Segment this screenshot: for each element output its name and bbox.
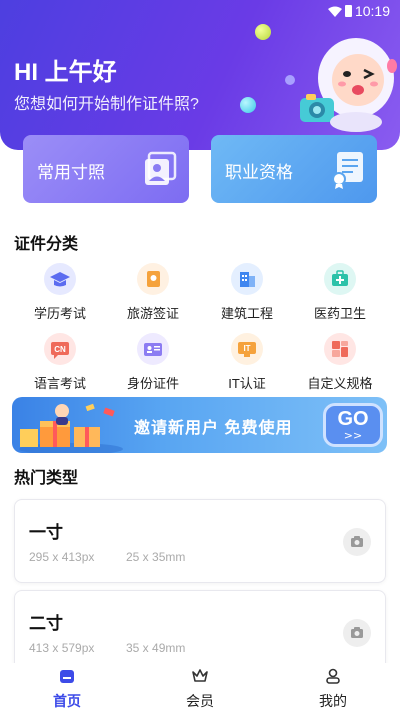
certificate-icon (332, 152, 363, 189)
language-cn-icon: CN (44, 333, 76, 365)
popular-title: 热门类型 (14, 470, 79, 487)
category-label: 身份证件 (126, 376, 179, 391)
category-label: 旅游签证 (126, 306, 179, 321)
gift-boxes-icon (19, 403, 123, 453)
tab-vip[interactable]: 会员 (160, 667, 240, 711)
size-millimeters: 35 x 49mm (126, 641, 186, 655)
user-icon (326, 668, 340, 684)
size-millimeters: 25 x 35mm (126, 550, 186, 564)
home-icon (60, 670, 74, 683)
tab-label: 会员 (186, 693, 214, 709)
size-name: 二寸 (29, 614, 63, 633)
graduation-cap-icon (44, 263, 76, 295)
status-bar: 10:19 (0, 0, 400, 24)
size-name: 一寸 (29, 523, 63, 542)
category-label: 学历考试 (33, 306, 86, 321)
it-cert-icon: IT (231, 333, 263, 365)
professional-qualification-card[interactable]: 职业资格 (211, 135, 377, 203)
go-button[interactable]: GO >> (323, 403, 383, 447)
custom-grid-icon (324, 333, 356, 365)
tab-home[interactable]: 首页 (27, 667, 107, 711)
tab-label: 我的 (319, 693, 347, 709)
category-id-documents[interactable]: 身份证件 (108, 333, 198, 392)
category-language-exam[interactable]: CN 语言考试 (15, 333, 105, 392)
category-it-cert[interactable]: IT IT认证 (202, 333, 292, 392)
size-card-1inch[interactable]: 一寸 295 x 413px 25 x 35mm (14, 499, 386, 583)
category-travel-visa[interactable]: 旅游签证 (108, 263, 198, 322)
category-label: 医药卫生 (313, 306, 366, 321)
common-size-label: 常用寸照 (37, 163, 105, 182)
category-construction[interactable]: 建筑工程 (202, 263, 292, 322)
building-icon (231, 263, 263, 295)
camera-icon[interactable] (343, 619, 371, 647)
category-label: 建筑工程 (220, 306, 273, 321)
battery-icon (345, 5, 352, 17)
wifi-icon (328, 6, 342, 17)
category-education-exam[interactable]: 学历考试 (15, 263, 105, 322)
size-pixels: 295 x 413px (29, 550, 95, 564)
language-glyph: CN (54, 345, 66, 354)
medical-kit-icon (324, 263, 356, 295)
camera-icon[interactable] (343, 528, 371, 556)
tab-label: 首页 (53, 693, 81, 709)
header-banner: 10:19 HI 上午好 您想如何开始制作证件照? (0, 0, 400, 150)
decor-bubble (255, 24, 271, 40)
tab-profile[interactable]: 我的 (293, 667, 373, 711)
size-pixels: 413 x 579px (29, 641, 95, 655)
size-card-2inch[interactable]: 二寸 413 x 579px 35 x 49mm (14, 590, 386, 674)
status-time: 10:19 (354, 3, 390, 19)
banner-text: 邀请新用户 免费使用 (134, 420, 293, 437)
go-arrow: >> (343, 429, 363, 442)
category-custom-spec[interactable]: 自定义规格 (295, 333, 385, 392)
greeting-subtitle: 您想如何开始制作证件照? (14, 96, 199, 113)
category-label: 自定义规格 (307, 376, 373, 391)
greeting-title: HI 上午好 (14, 59, 117, 86)
bottom-tab-bar: 首页 会员 我的 (0, 663, 400, 711)
it-glyph: IT (243, 344, 250, 353)
portrait-photo-icon (145, 151, 177, 185)
common-size-card[interactable]: 常用寸照 (23, 135, 189, 203)
category-medical[interactable]: 医药卫生 (295, 263, 385, 322)
invite-banner[interactable]: 邀请新用户 免费使用 GO >> (12, 397, 387, 453)
go-label: GO (337, 408, 369, 430)
travel-visa-icon (137, 263, 169, 295)
category-label: IT认证 (228, 376, 266, 391)
id-card-icon (137, 333, 169, 365)
professional-qualification-label: 职业资格 (225, 163, 293, 182)
crown-icon (192, 669, 208, 682)
decor-bubble (240, 97, 256, 113)
category-label: 语言考试 (33, 376, 86, 391)
categories-title: 证件分类 (14, 236, 79, 253)
astronaut-mascot-icon (300, 38, 397, 132)
